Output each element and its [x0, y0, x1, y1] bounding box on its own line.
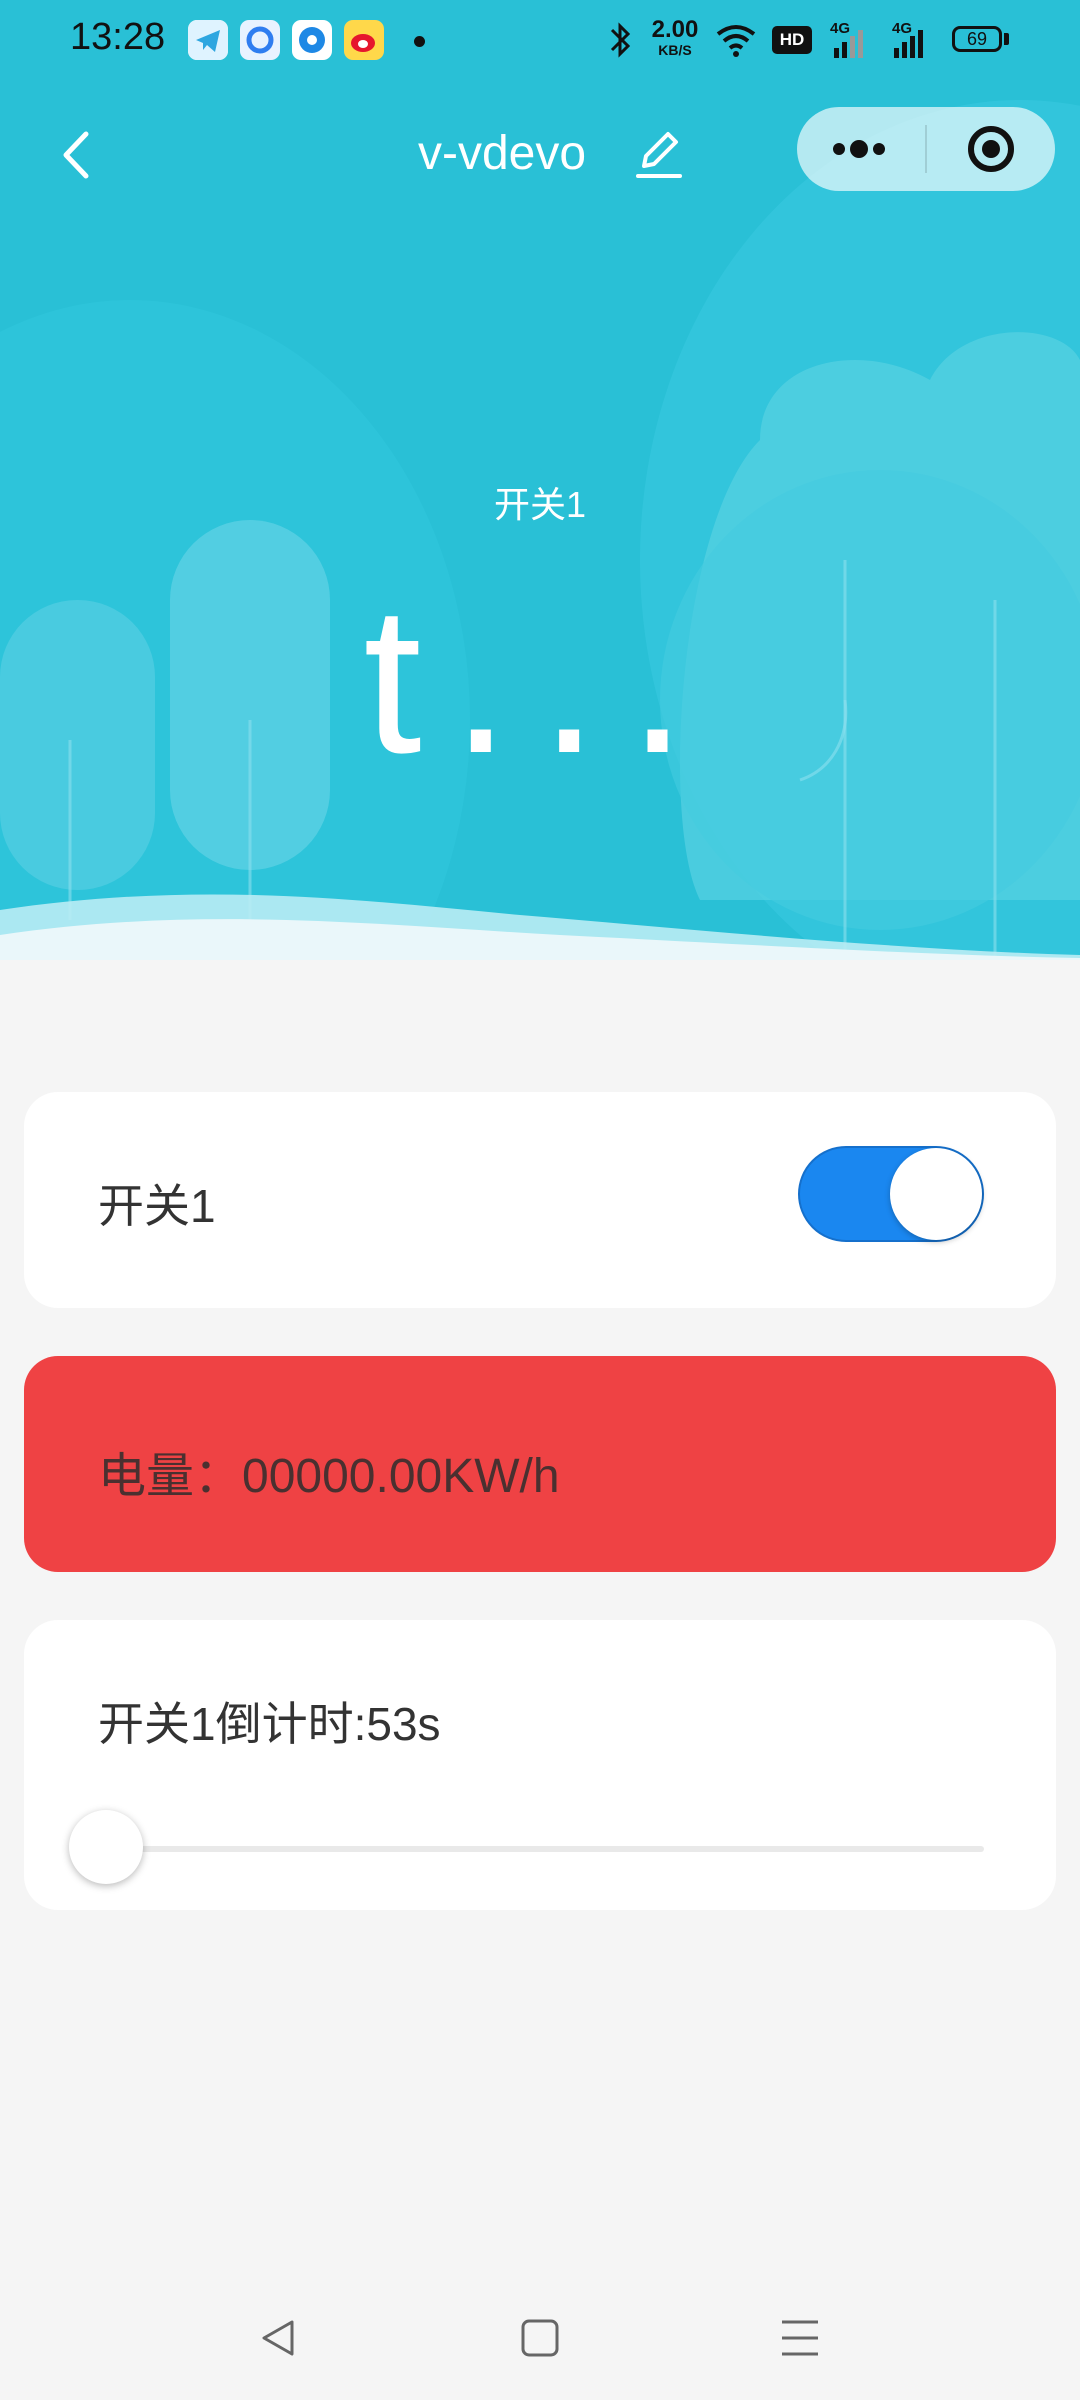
- countdown-card: 开关1倒计时:53s: [24, 1620, 1056, 1910]
- switch-toggle[interactable]: [798, 1146, 984, 1242]
- countdown-slider-track[interactable]: [96, 1846, 984, 1852]
- miniprogram-capsule: [797, 107, 1055, 191]
- hd-badge: HD: [772, 26, 812, 54]
- wifi-icon: [716, 25, 756, 57]
- switch-card: 开关1: [24, 1092, 1056, 1308]
- notification-dot: [414, 36, 425, 47]
- countdown-label: 开关1倒计时:53s: [98, 1698, 441, 1750]
- system-navigation-bar: [0, 2290, 1080, 2380]
- home-square-icon: [521, 2319, 559, 2357]
- switch-label: 开关1: [98, 1180, 216, 1232]
- signal-icon: [834, 30, 863, 58]
- weibo-icon: [344, 20, 384, 60]
- energy-card: 电量：00000.00KW/h: [24, 1356, 1056, 1572]
- back-triangle-icon: [262, 2320, 294, 2356]
- qq-browser-icon: [240, 20, 280, 60]
- app-icon: [292, 20, 332, 60]
- pencil-icon: [636, 132, 682, 178]
- page-title: v-vdevo: [418, 127, 587, 180]
- edit-title-button[interactable]: [634, 126, 684, 180]
- energy-reading: 电量：00000.00KW/h: [98, 1450, 560, 1503]
- battery-indicator: 69: [952, 26, 1002, 52]
- status-bar: 13:28 2.00 KB/S HD 4G 4G 69: [0, 0, 1080, 80]
- more-dots-icon: [833, 140, 885, 158]
- chevron-left-icon: [63, 131, 89, 179]
- hero-switch-label: 开关1: [493, 484, 587, 525]
- countdown-slider-thumb[interactable]: [69, 1810, 143, 1884]
- battery-tip: [1004, 33, 1009, 45]
- system-menu-button[interactable]: [770, 2308, 830, 2368]
- target-circle-icon: [968, 126, 1014, 172]
- menu-lines-icon: [782, 2320, 818, 2356]
- more-button[interactable]: [797, 107, 925, 191]
- system-back-button[interactable]: [250, 2308, 310, 2368]
- bluetooth-icon: [610, 22, 631, 58]
- telegram-icon: [188, 20, 228, 60]
- back-button[interactable]: [52, 120, 112, 190]
- net-speed: 2.00 KB/S: [651, 16, 699, 58]
- close-miniprogram-button[interactable]: [927, 107, 1055, 191]
- signal-icon-2: [894, 30, 923, 58]
- status-time: 13:28: [70, 16, 166, 58]
- hero-status-value: t...: [363, 562, 717, 797]
- toggle-knob: [890, 1148, 982, 1240]
- system-home-button[interactable]: [510, 2308, 570, 2368]
